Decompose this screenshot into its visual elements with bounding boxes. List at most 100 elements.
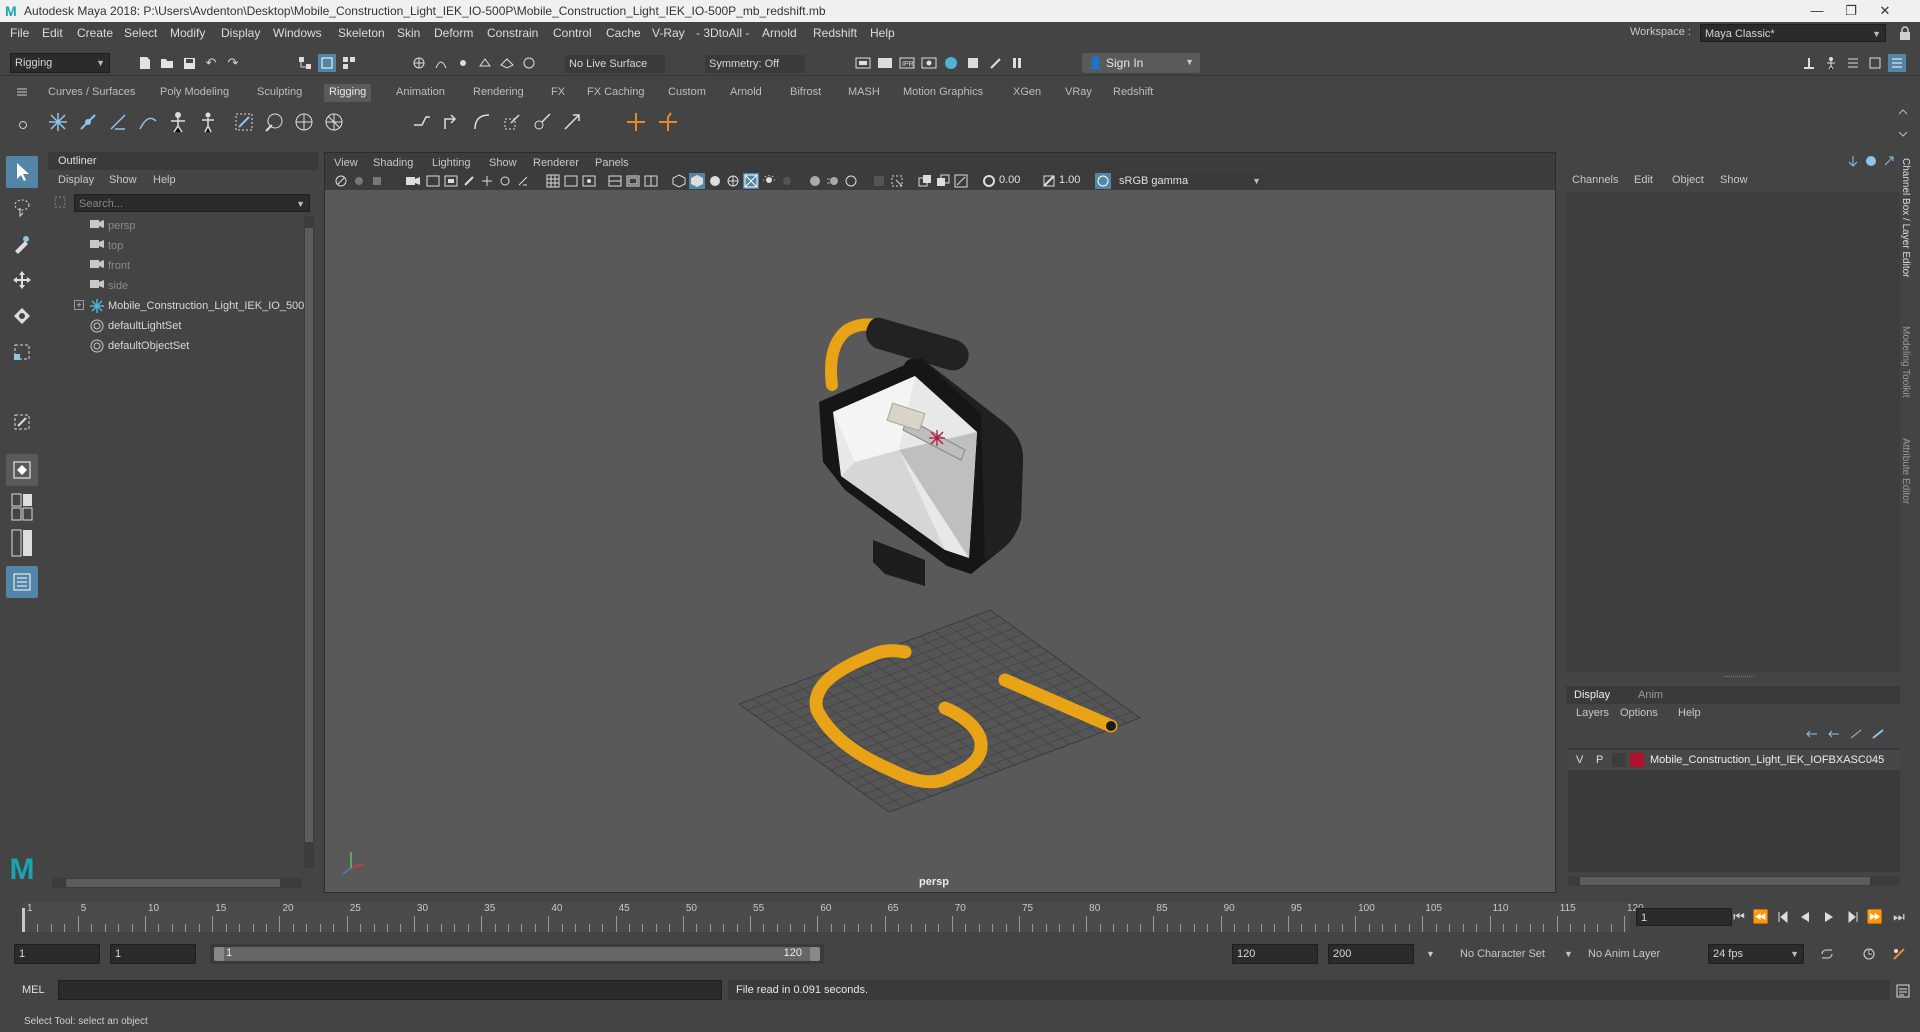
channel-box-anchor-icon[interactable] bbox=[1846, 154, 1860, 168]
menu-create[interactable]: Create bbox=[77, 26, 113, 40]
script-editor-icon[interactable] bbox=[1894, 982, 1912, 1000]
outliner-filter-icon[interactable] bbox=[52, 194, 68, 210]
loop-playback-icon[interactable] bbox=[1818, 945, 1836, 963]
viewport-menu-view[interactable]: View bbox=[334, 157, 358, 169]
color-management-icon[interactable] bbox=[1095, 173, 1111, 189]
lasso-tool-button[interactable] bbox=[6, 192, 38, 224]
sign-in-button[interactable]: 👤 Sign In ▼ bbox=[1082, 53, 1200, 73]
side-tab-attribute-editor[interactable]: Attribute Editor bbox=[1900, 438, 1911, 504]
outliner-item-default-light-set[interactable]: defaultLightSet bbox=[52, 316, 302, 336]
pause-viewport-icon[interactable] bbox=[1008, 54, 1026, 72]
safe-title-icon[interactable] bbox=[643, 173, 659, 189]
tab-motion-graphics[interactable]: Motion Graphics bbox=[903, 84, 983, 102]
side-tab-channel-box[interactable]: Channel Box / Layer Editor bbox=[1900, 158, 1911, 278]
anim-layer-dropdown[interactable]: ▼ No Anim Layer bbox=[1564, 944, 1694, 964]
tab-redshift[interactable]: Redshift bbox=[1113, 84, 1153, 102]
snap-view-plane-icon[interactable] bbox=[476, 54, 494, 72]
persp-outliner-layout-button[interactable] bbox=[6, 528, 38, 558]
step-forward-frame-icon[interactable] bbox=[1844, 908, 1862, 926]
step-back-key-icon[interactable]: ⏪ bbox=[1752, 908, 1770, 926]
range-slider[interactable]: 1 120 bbox=[210, 944, 824, 964]
create-joints-icon[interactable] bbox=[46, 110, 70, 134]
menu-select[interactable]: Select bbox=[124, 26, 157, 40]
tab-layer-display[interactable]: Display bbox=[1574, 689, 1610, 701]
snap-point-icon[interactable] bbox=[454, 54, 472, 72]
layer-visibility-toggle[interactable]: V bbox=[1576, 754, 1583, 766]
default-material-icon[interactable] bbox=[707, 173, 723, 189]
xray-active-icon[interactable] bbox=[935, 173, 951, 189]
use-all-lights-icon[interactable] bbox=[761, 173, 777, 189]
screen-space-ao-icon[interactable] bbox=[807, 173, 823, 189]
pole-vector-icon[interactable] bbox=[624, 110, 648, 134]
symmetry-dropdown[interactable]: Symmetry: Off bbox=[705, 55, 805, 73]
pan-zoom-icon[interactable] bbox=[479, 173, 495, 189]
menu-deform[interactable]: Deform bbox=[434, 26, 473, 40]
outliner-hscroll-thumb[interactable] bbox=[66, 879, 280, 887]
rotate-tool-button[interactable] bbox=[6, 300, 38, 332]
shadows-icon[interactable] bbox=[779, 173, 795, 189]
minimize-button[interactable]: — bbox=[1800, 0, 1834, 22]
outliner-vertical-scrollbar[interactable] bbox=[304, 216, 314, 868]
tab-animation[interactable]: Animation bbox=[396, 84, 445, 102]
snap-grid-icon[interactable] bbox=[410, 54, 428, 72]
scale-tool-button[interactable] bbox=[6, 336, 38, 368]
outliner-menu-show[interactable]: Show bbox=[109, 174, 137, 186]
menu-redshift[interactable]: Redshift bbox=[813, 26, 857, 40]
tab-custom[interactable]: Custom bbox=[668, 84, 706, 102]
tool-settings-toggle-icon[interactable] bbox=[1866, 54, 1884, 72]
shelf-menu-icon[interactable] bbox=[14, 84, 30, 100]
exposure-value[interactable]: 0.00 bbox=[999, 174, 1020, 186]
go-to-start-icon[interactable]: ⏮ bbox=[1730, 908, 1748, 926]
last-tool-button[interactable] bbox=[6, 406, 38, 438]
menu-skin[interactable]: Skin bbox=[397, 26, 420, 40]
cluster-icon[interactable] bbox=[322, 110, 346, 134]
camera-grease-icon[interactable] bbox=[515, 173, 531, 189]
select-component-icon[interactable] bbox=[340, 54, 358, 72]
playback-start-field[interactable]: 1 bbox=[110, 944, 196, 964]
human-ik-icon[interactable] bbox=[1822, 54, 1840, 72]
menu-edit[interactable]: Edit bbox=[42, 26, 63, 40]
paint-weights-icon[interactable] bbox=[262, 110, 286, 134]
channel-box-float-icon[interactable] bbox=[1882, 154, 1896, 168]
script-language-label[interactable]: MEL bbox=[22, 984, 45, 996]
render-settings-icon[interactable] bbox=[920, 54, 938, 72]
film-gate-overlay-icon[interactable] bbox=[563, 173, 579, 189]
layer-menu-options[interactable]: Options bbox=[1620, 707, 1658, 719]
viewport-menu-lighting[interactable]: Lighting bbox=[432, 157, 471, 169]
aim-constraint-icon[interactable] bbox=[560, 110, 584, 134]
safe-action-icon[interactable] bbox=[625, 173, 641, 189]
live-surface-field[interactable]: No Live Surface bbox=[565, 55, 665, 73]
gamma-icon[interactable] bbox=[1041, 173, 1057, 189]
outliner-menu-display[interactable]: Display bbox=[58, 174, 94, 186]
ik-spline-icon[interactable] bbox=[136, 110, 160, 134]
time-slider-track[interactable]: 1 5 10 15 20 25 30 35 40 45 50 55 60 65 70 75 80 85 90 95 10… bbox=[22, 902, 1644, 932]
shelf-scroll-icon[interactable] bbox=[1896, 108, 1910, 138]
layer-menu-layers[interactable]: Layers bbox=[1576, 707, 1609, 719]
grease-pencil-icon[interactable] bbox=[461, 173, 477, 189]
smooth-shade-icon[interactable] bbox=[689, 173, 705, 189]
step-back-frame-icon[interactable] bbox=[1774, 908, 1792, 926]
snap-surface-icon[interactable] bbox=[498, 54, 516, 72]
outliner-layout-button[interactable] bbox=[6, 566, 38, 598]
depth-of-field-icon[interactable] bbox=[871, 173, 887, 189]
new-layer-selected-icon[interactable] bbox=[1870, 726, 1886, 742]
insert-joint-icon[interactable] bbox=[76, 110, 100, 134]
range-end-grip[interactable] bbox=[810, 947, 820, 961]
grid-toggle-icon[interactable] bbox=[545, 173, 561, 189]
workspace-dropdown[interactable]: Maya Classic* ▼ bbox=[1700, 24, 1886, 42]
camera-rotate-icon[interactable] bbox=[497, 173, 513, 189]
menu-file[interactable]: File bbox=[10, 26, 29, 40]
menu-skeleton[interactable]: Skeleton bbox=[338, 26, 385, 40]
menu-display[interactable]: Display bbox=[221, 26, 260, 40]
exposure-icon[interactable] bbox=[981, 173, 997, 189]
snap-curve-icon[interactable] bbox=[432, 54, 450, 72]
bookmark-icon[interactable] bbox=[369, 173, 385, 189]
render-setup-icon[interactable] bbox=[964, 54, 982, 72]
close-button[interactable]: ✕ bbox=[1868, 0, 1902, 22]
outliner-menu-help[interactable]: Help bbox=[153, 174, 176, 186]
channel-box-help-icon[interactable] bbox=[1864, 154, 1878, 168]
panel-splitter[interactable] bbox=[1724, 676, 1754, 679]
point-constraint-icon[interactable] bbox=[470, 110, 494, 134]
current-time-indicator[interactable] bbox=[22, 908, 25, 932]
layer-color-swatch[interactable] bbox=[1630, 753, 1644, 767]
